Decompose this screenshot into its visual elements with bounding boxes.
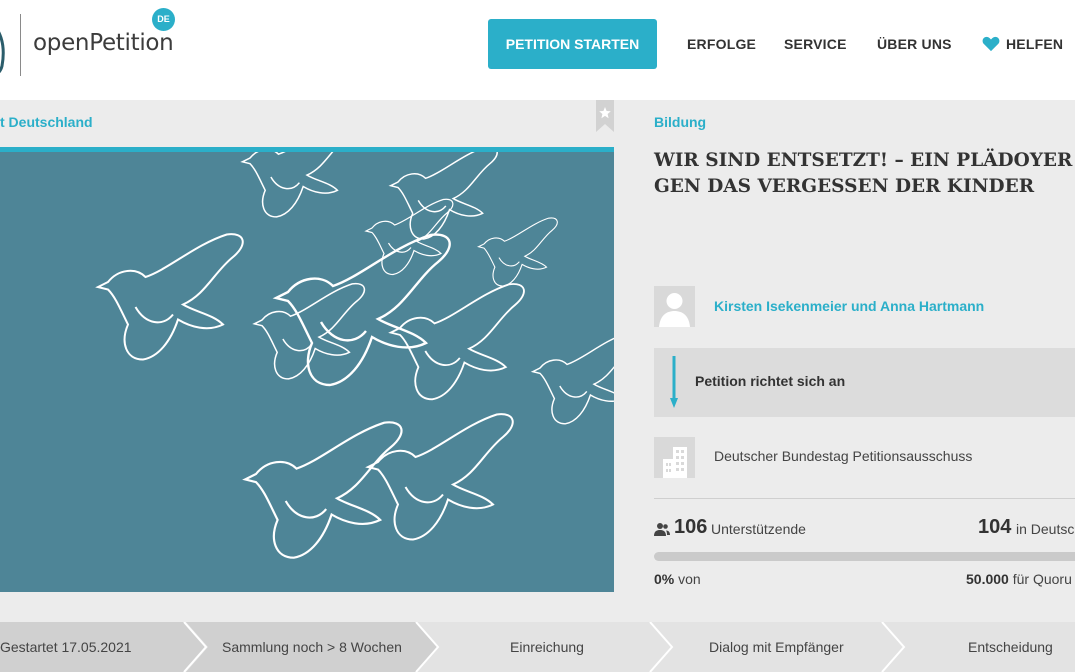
supporters-count: 106: [674, 516, 708, 538]
bookmark-star-icon[interactable]: [596, 100, 614, 132]
doves-illustration: [97, 152, 614, 559]
logo-bird-icon[interactable]: [0, 14, 10, 78]
category-label[interactable]: Bildung: [654, 114, 706, 130]
quorum-progress-bar: [654, 552, 1075, 561]
author-names[interactable]: Kirsten Isekenmeier und Anna Hartmann: [714, 298, 984, 314]
quorum-label: für Quoru: [1012, 571, 1072, 587]
site-header: openPetition DE PETITION STARTEN ERFOLGE…: [0, 0, 1075, 100]
region-label: in Deutsc: [1016, 521, 1075, 537]
heart-icon[interactable]: [982, 36, 1000, 52]
building-icon: [654, 437, 695, 478]
progress-percent: 0% von: [654, 571, 701, 587]
supporters-label: Unterstützende: [711, 521, 806, 537]
nav-erfolge[interactable]: ERFOLGE: [687, 36, 756, 52]
author-avatar: [654, 286, 695, 327]
step-collection: Sammlung noch > 8 Wochen: [222, 639, 402, 655]
arrow-down-icon: [670, 356, 678, 408]
percent-suffix: von: [678, 571, 701, 587]
step-started: Gestartet 17.05.2021: [0, 639, 132, 655]
petition-status-steps: Gestartet 17.05.2021 Sammlung noch > 8 W…: [0, 622, 1075, 672]
nav-ueber-uns[interactable]: ÜBER UNS: [877, 36, 952, 52]
quorum-value: 50.000: [966, 571, 1009, 587]
percent-value: 0%: [654, 571, 675, 587]
region-count: 104: [978, 516, 1012, 538]
petition-image[interactable]: [0, 152, 614, 592]
start-petition-button[interactable]: PETITION STARTEN: [488, 19, 657, 69]
recipient-name[interactable]: Deutscher Bundestag Petitionsausschuss: [714, 448, 972, 464]
supporters-icon: [654, 523, 670, 536]
logo-text[interactable]: openPetition: [33, 30, 174, 56]
section-divider: [654, 498, 1075, 499]
petition-title: WIR SIND ENTSETZT! – EIN PLÄDOYER GE GEN…: [654, 148, 1075, 200]
petition-title-line-1: WIR SIND ENTSETZT! – EIN PLÄDOYER GE: [654, 150, 1075, 171]
nav-helfen[interactable]: HELFEN: [1006, 36, 1063, 52]
user-silhouette-icon: [659, 293, 690, 327]
step-submission: Einreichung: [510, 639, 584, 655]
petition-title-line-2: GEN DAS VERGESSEN DER KINDER: [654, 176, 1035, 197]
nav-service[interactable]: SERVICE: [784, 36, 847, 52]
breadcrumb[interactable]: t Deutschland: [0, 114, 93, 130]
logo-divider: [20, 14, 21, 76]
country-badge[interactable]: DE: [152, 8, 175, 31]
step-decision: Entscheidung: [968, 639, 1053, 655]
step-dialog: Dialog mit Empfänger: [709, 639, 844, 655]
quorum-target: 50.000 für Quoru: [966, 571, 1072, 587]
target-label: Petition richtet sich an: [695, 373, 846, 389]
